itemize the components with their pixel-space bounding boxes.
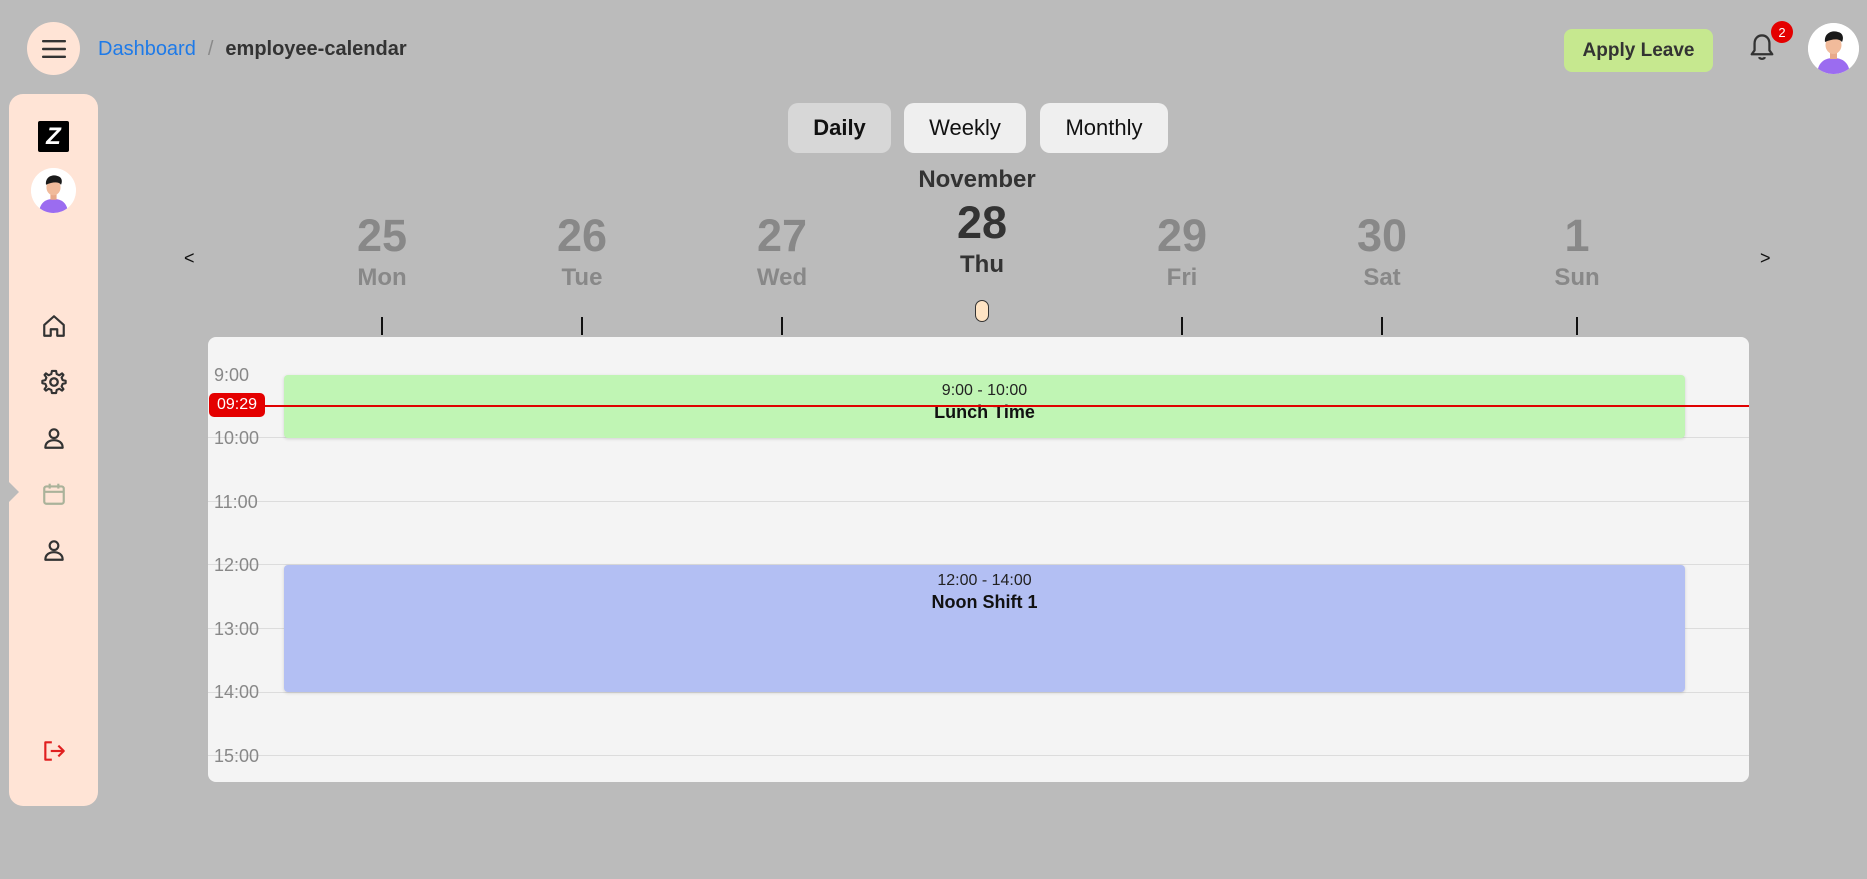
hour-label: 13:00 bbox=[214, 619, 260, 639]
day-of-week: Sun bbox=[1554, 264, 1600, 291]
day-number: 1 bbox=[1564, 210, 1590, 261]
calendar-icon bbox=[43, 483, 65, 505]
hour-label: 11:00 bbox=[214, 492, 258, 512]
home-icon bbox=[43, 315, 65, 337]
month-label: November bbox=[918, 166, 1036, 193]
sidebar-item-settings[interactable] bbox=[39, 367, 69, 397]
sidebar: Z bbox=[7, 94, 98, 806]
day-of-week: Mon bbox=[357, 264, 407, 291]
logout-icon bbox=[44, 741, 65, 761]
day-cell-current[interactable]: 28 Thu bbox=[922, 200, 1042, 279]
user-icon bbox=[44, 428, 64, 449]
hour-label: 10:00 bbox=[214, 428, 260, 448]
view-daily-button[interactable]: Daily bbox=[788, 103, 891, 153]
day-number: 28 bbox=[956, 197, 1008, 248]
user-avatar[interactable] bbox=[1808, 23, 1859, 74]
day-tick bbox=[781, 317, 783, 335]
day-tick bbox=[581, 317, 583, 335]
event-noon-shift[interactable]: 12:00 - 14:00 Noon Shift 1 bbox=[284, 565, 1685, 692]
day-number: 30 bbox=[1356, 210, 1408, 261]
day-of-week: Fri bbox=[1166, 264, 1198, 291]
day-number: 25 bbox=[356, 210, 408, 261]
day-of-week: Wed bbox=[756, 264, 808, 291]
event-title: Noon Shift 1 bbox=[931, 592, 1038, 612]
hamburger-icon bbox=[41, 39, 66, 58]
user-icon bbox=[44, 540, 64, 561]
notification-count-badge: 2 bbox=[1771, 21, 1793, 43]
hour-label: 9:00 bbox=[214, 365, 250, 385]
sidebar-item-profile[interactable] bbox=[39, 423, 69, 453]
next-week-button[interactable]: > bbox=[1760, 248, 1771, 269]
hour-label: 12:00 bbox=[214, 555, 260, 575]
breadcrumb-separator: / bbox=[207, 38, 214, 60]
breadcrumb-dashboard-link[interactable]: Dashboard bbox=[98, 38, 196, 61]
view-monthly-button[interactable]: Monthly bbox=[1040, 103, 1168, 153]
logout-button[interactable] bbox=[39, 736, 69, 766]
hour-gridline bbox=[208, 755, 1749, 756]
day-cell[interactable]: 26 Tue bbox=[522, 213, 642, 292]
hour-label: 15:00 bbox=[214, 746, 260, 766]
gear-icon bbox=[41, 369, 67, 395]
apply-leave-button[interactable]: Apply Leave bbox=[1564, 29, 1713, 72]
current-time-badge: 09:29 bbox=[209, 393, 265, 417]
day-cell[interactable]: 25 Mon bbox=[322, 213, 442, 292]
sidebar-avatar[interactable] bbox=[31, 168, 76, 213]
active-item-pointer bbox=[7, 480, 19, 504]
day-number: 29 bbox=[1156, 210, 1208, 261]
day-tick bbox=[381, 317, 383, 335]
day-of-week: Thu bbox=[960, 251, 1004, 278]
breadcrumb: Dashboard / employee-calendar bbox=[98, 38, 407, 61]
event-time: 9:00 - 10:00 bbox=[941, 382, 1028, 399]
day-cell[interactable]: 27 Wed bbox=[722, 213, 842, 292]
hour-label: 14:00 bbox=[214, 682, 260, 702]
day-cell[interactable]: 29 Fri bbox=[1122, 213, 1242, 292]
breadcrumb-current: employee-calendar bbox=[225, 38, 407, 60]
day-of-week: Tue bbox=[561, 264, 603, 291]
view-weekly-button[interactable]: Weekly bbox=[904, 103, 1026, 153]
day-schedule-panel: 9:00 10:00 11:00 12:00 13:00 14:00 15:00… bbox=[208, 337, 1749, 782]
day-tick bbox=[1381, 317, 1383, 335]
day-of-week: Sat bbox=[1363, 264, 1401, 291]
day-cell[interactable]: 1 Sun bbox=[1517, 213, 1637, 292]
day-number: 26 bbox=[556, 210, 608, 261]
hour-gridline bbox=[208, 692, 1749, 693]
current-time-line bbox=[264, 405, 1749, 407]
today-indicator bbox=[975, 300, 989, 322]
prev-week-button[interactable]: < bbox=[184, 248, 195, 269]
sidebar-item-calendar[interactable] bbox=[39, 479, 69, 509]
day-tick bbox=[1181, 317, 1183, 335]
sidebar-item-employees[interactable] bbox=[39, 535, 69, 565]
event-time: 12:00 - 14:00 bbox=[937, 572, 1032, 589]
day-tick bbox=[1576, 317, 1578, 335]
sidebar-item-home[interactable] bbox=[39, 311, 69, 341]
app-logo: Z bbox=[38, 121, 69, 152]
menu-button[interactable] bbox=[27, 22, 80, 75]
day-cell[interactable]: 30 Sat bbox=[1322, 213, 1442, 292]
day-number: 27 bbox=[756, 210, 808, 261]
hour-gridline bbox=[208, 501, 1749, 502]
